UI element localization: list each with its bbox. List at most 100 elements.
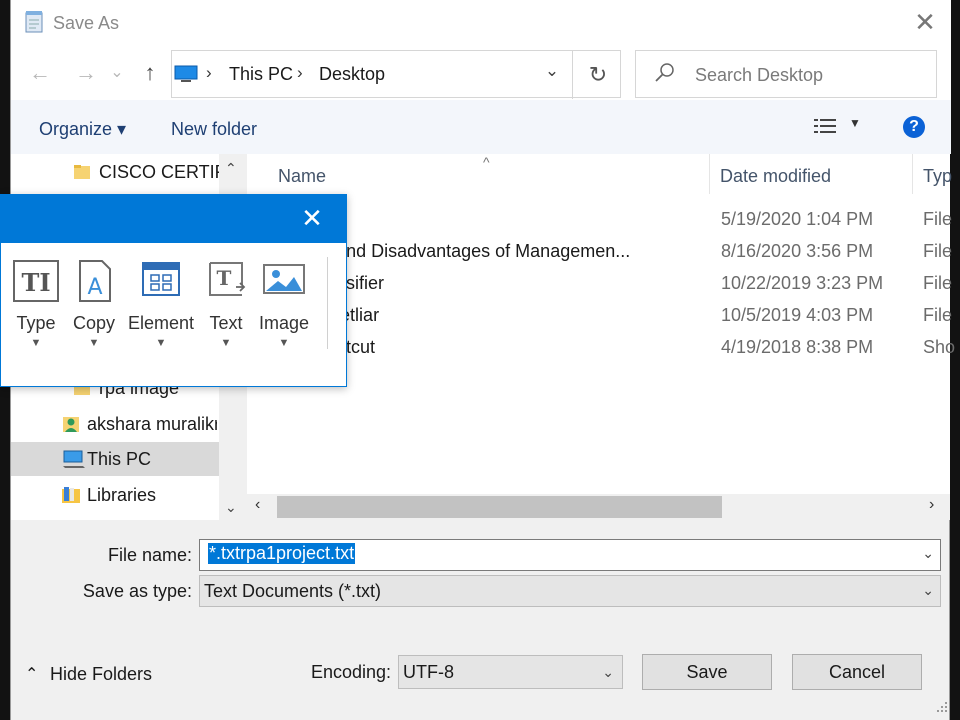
chevron-down-icon: ▼ [30,337,42,349]
resize-grip-icon[interactable] [935,700,949,714]
column-divider[interactable] [709,154,710,194]
file-date: 10/5/2019 4:03 PM [721,305,874,325]
file-row[interactable]: PC - Shortcut 4/19/2018 8:38 PM Sho [247,332,955,364]
forward-arrow-icon[interactable]: → [73,60,99,86]
libraries-icon [62,487,80,503]
chevron-down-icon[interactable]: ⌄ [538,61,566,87]
monitor-icon [174,65,198,82]
folder-icon [74,165,90,179]
chevron-down-icon: ▼ [278,337,290,349]
chevron-down-icon: ⌄ [922,582,934,598]
file-row[interactable]: antages and Disadvantages of Managemen..… [247,236,952,268]
address-bar[interactable]: › This PC › Desktop ⌄ ↻ [171,50,622,99]
column-divider[interactable] [912,154,913,194]
file-date: 10/22/2019 3:23 PM [721,273,884,293]
save-button[interactable]: Save [642,654,772,690]
column-header-name[interactable]: Name [278,166,326,187]
sidebar-item-label: akshara muralikri [87,414,217,434]
scroll-up-icon[interactable]: ⌃ [225,160,237,177]
organize-menu[interactable]: Organize ▾ [39,119,126,140]
file-type: File [923,209,953,229]
title-bar: Save As ✕ [11,0,951,46]
notepad-icon [25,11,43,33]
pc-icon [63,450,85,468]
horizontal-scrollbar[interactable]: ‹ › [247,494,950,520]
breadcrumb-this-pc[interactable]: This PC [229,64,293,85]
file-date: 5/19/2020 1:04 PM [721,209,874,229]
save-as-type-value: Text Documents (*.txt) [204,581,382,601]
column-header-type[interactable]: Typ [923,166,952,187]
up-arrow-icon[interactable]: ↑ [137,60,163,86]
copy-icon: A [79,260,111,302]
encoding-label: Encoding: [310,662,391,682]
window-title: Save As [53,13,120,33]
hide-folders-button[interactable]: ⌃ Hide Folders [25,662,165,688]
view-details-icon[interactable] [814,117,836,137]
element-icon [142,262,180,296]
scroll-right-icon[interactable]: › [929,496,934,514]
navigation-bar: ← → ⌄ ↑ › This PC › Desktop ⌄ ↻ Search D… [11,46,951,100]
file-date: 8/16/2020 3:56 PM [721,241,874,261]
tool-element-button[interactable]: Element ▼ [128,255,194,355]
hide-folders-label: Hide Folders [50,664,153,684]
tool-image-button[interactable]: Image ▼ [253,255,315,355]
sidebar-item-label: CISCO CERTIFIC [99,162,229,182]
breadcrumb-desktop[interactable]: Desktop [319,64,385,85]
svg-text:TI: TI [21,268,50,297]
sidebar-item-user[interactable]: akshara muralikri [11,407,219,441]
encoding-select[interactable]: UTF-8 ⌄ [398,655,623,689]
scrollbar-thumb[interactable] [277,496,722,518]
file-type: File [923,273,953,293]
chevron-up-icon: ⌃ [25,666,39,683]
back-arrow-icon[interactable]: ← [27,60,53,86]
tool-copy-button[interactable]: A Copy ▼ [63,255,125,355]
floating-tool-panel: ✕ TI Type ▼ A Copy ▼ Element ▼ T Text ▼ … [0,194,347,387]
scroll-down-icon[interactable]: ⌄ [225,499,237,516]
sidebar-item-label: This PC [87,449,152,469]
help-icon[interactable]: ? [903,116,925,138]
file-type: Sho [923,337,956,357]
file-row[interactable]: ect datasetliar 10/5/2019 4:03 PM File [247,300,952,332]
new-folder-button[interactable]: New folder [171,119,257,140]
chevron-down-icon[interactable]: ⌄ [922,545,934,562]
user-icon [63,417,79,432]
text-icon: T [209,262,246,296]
save-as-type-label: Save as type: [82,581,192,601]
tool-text-button[interactable]: T Text ▼ [195,255,257,355]
view-options-caret-icon[interactable]: ▼ [849,116,861,130]
sort-indicator-icon: ^ [483,154,490,170]
svg-text:A: A [87,275,102,300]
close-icon[interactable]: ✕ [297,203,327,233]
search-input[interactable]: Search Desktop [635,50,937,98]
tool-type-button[interactable]: TI Type ▼ [5,255,67,355]
file-row[interactable]: n ict 5/19/2020 1:04 PM File [247,204,952,236]
save-as-type-select[interactable]: Text Documents (*.txt) ⌄ [199,575,941,607]
file-date: 4/19/2018 8:38 PM [721,337,874,357]
file-type: File [923,241,953,261]
encoding-value: UTF-8 [403,662,454,682]
column-header-date[interactable]: Date modified [720,166,831,187]
divider [327,257,328,349]
file-name-field[interactable]: *.txtrpa1project.txt ⌄ [199,539,941,571]
svg-text:T: T [217,266,232,290]
sidebar-item-libraries[interactable]: Libraries [11,478,219,512]
tool-label: Image [258,313,310,333]
image-icon [263,264,305,294]
type-icon: TI [13,260,59,302]
refresh-icon[interactable]: ↻ [574,51,622,99]
scroll-left-icon[interactable]: ‹ [255,496,260,514]
cancel-button[interactable]: Cancel [792,654,922,690]
file-row[interactable]: news classifier 10/22/2019 3:23 PM File [247,268,952,300]
search-icon [655,63,674,82]
breadcrumb-separator: › [297,63,303,82]
command-toolbar: Organize ▾ New folder ▼ ? [11,100,951,154]
chevron-down-icon: ▼ [155,337,167,349]
search-placeholder: Search Desktop [695,65,824,85]
sidebar-item-cisco[interactable]: CISCO CERTIFIC [11,155,229,189]
close-icon[interactable]: ✕ [911,8,939,36]
recent-locations-icon[interactable]: ⌄ [109,60,125,86]
chevron-down-icon: ▼ [88,337,100,349]
file-name-value: *.txtrpa1project.txt [208,543,356,564]
panel-header: ✕ [1,195,346,243]
sidebar-item-this-pc[interactable]: This PC [11,442,219,476]
